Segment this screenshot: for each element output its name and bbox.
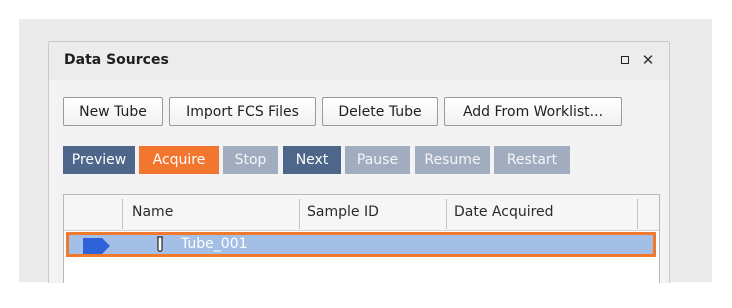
pause-button[interactable]: Pause xyxy=(345,146,410,174)
column-header-date-acquired[interactable]: Date Acquired xyxy=(454,204,554,220)
current-row-indicator-icon xyxy=(83,238,110,254)
new-tube-button[interactable]: New Tube xyxy=(63,97,163,126)
column-header-name[interactable]: Name xyxy=(132,204,173,220)
tube-grid: Name Sample ID Date Acquired Tube_001 xyxy=(63,194,660,283)
grid-header: Name Sample ID Date Acquired xyxy=(64,195,659,231)
tube-name-cell[interactable]: Tube_001 xyxy=(181,236,248,252)
column-separator[interactable] xyxy=(637,199,638,229)
data-sources-panel: Data Sources ✕ New Tube Import FCS Files… xyxy=(48,41,670,283)
add-from-worklist-button[interactable]: Add From Worklist... xyxy=(444,97,622,126)
acquire-button[interactable]: Acquire xyxy=(139,146,219,174)
preview-button[interactable]: Preview xyxy=(63,146,135,174)
delete-tube-button[interactable]: Delete Tube xyxy=(322,97,438,126)
column-separator[interactable] xyxy=(446,199,447,229)
next-button[interactable]: Next xyxy=(283,146,341,174)
column-separator[interactable] xyxy=(122,199,123,229)
panel-titlebar: Data Sources ✕ xyxy=(49,42,669,80)
stop-button[interactable]: Stop xyxy=(223,146,278,174)
restart-button[interactable]: Restart xyxy=(494,146,570,174)
tube-icon xyxy=(157,236,163,253)
resume-button[interactable]: Resume xyxy=(415,146,490,174)
panel-title: Data Sources xyxy=(64,52,169,68)
column-header-sample-id[interactable]: Sample ID xyxy=(307,204,379,220)
import-fcs-files-button[interactable]: Import FCS Files xyxy=(169,97,316,126)
close-icon[interactable]: ✕ xyxy=(639,51,657,69)
column-separator[interactable] xyxy=(299,199,300,229)
maximize-icon[interactable] xyxy=(616,51,634,69)
table-row[interactable]: Tube_001 xyxy=(66,232,656,257)
